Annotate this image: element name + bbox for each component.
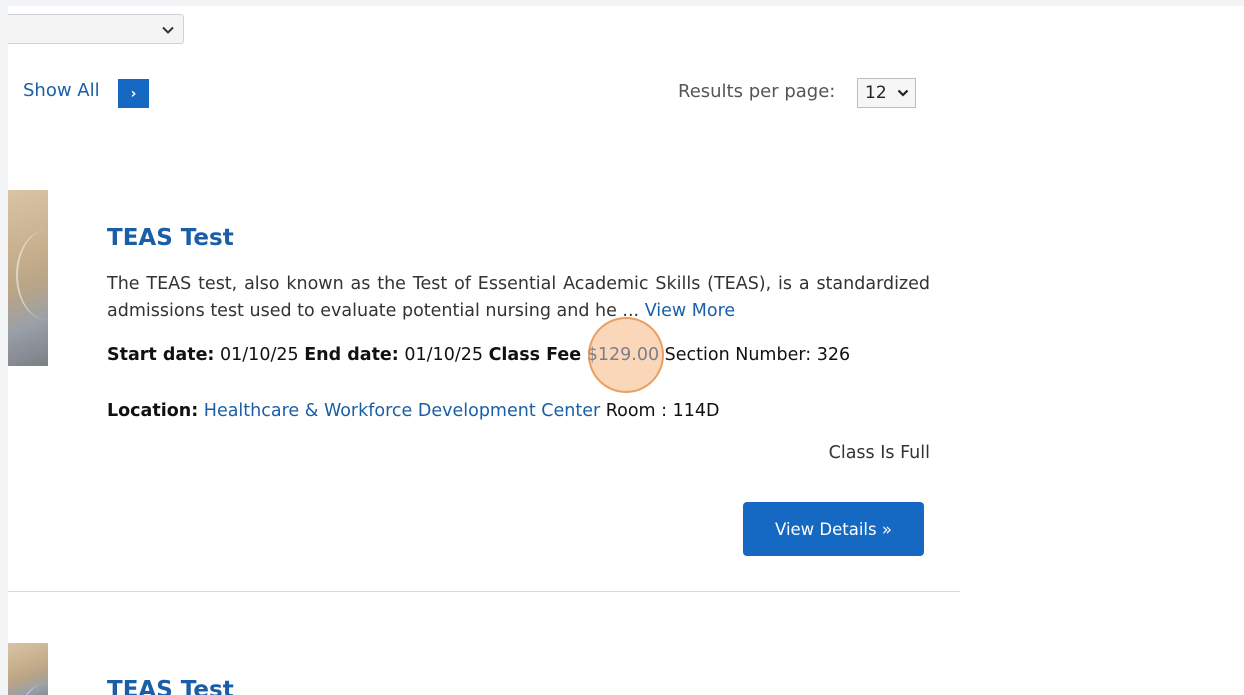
show-all-link[interactable]: Show All <box>23 80 100 101</box>
course-divider <box>8 591 960 592</box>
results-per-page-select[interactable]: 12 <box>857 78 916 108</box>
class-fee: $129.00 <box>586 345 660 365</box>
course-location: Location: Healthcare & Workforce Develop… <box>107 401 720 421</box>
end-date: 01/10/25 <box>404 345 483 365</box>
section-number-label: Section Number: <box>664 345 812 365</box>
show-all-button[interactable]: › <box>118 79 149 108</box>
room-label: Room : <box>605 401 668 421</box>
room-number: 114D <box>672 401 720 421</box>
results-per-page-value: 12 <box>865 83 887 103</box>
class-fee-label: Class Fee <box>488 345 582 365</box>
chevron-down-icon <box>162 26 174 34</box>
course-title[interactable]: TEAS Test <box>107 677 234 695</box>
course-listing-page: Show All › Results per page: 12 TEAS Tes… <box>8 6 1244 695</box>
course-dates-fee: Start date: 01/10/25 End date: 01/10/25 … <box>107 345 850 365</box>
start-date: 01/10/25 <box>220 345 299 365</box>
section-number: 326 <box>816 345 851 365</box>
start-date-label: Start date: <box>107 345 215 365</box>
chevron-down-icon <box>897 89 909 97</box>
location-label: Location: <box>107 401 199 421</box>
chevron-right-icon: › <box>130 85 137 102</box>
filter-select[interactable] <box>8 14 184 44</box>
end-date-label: End date: <box>304 345 399 365</box>
view-more-link[interactable]: View More <box>645 301 735 321</box>
view-details-button[interactable]: View Details » <box>743 502 924 556</box>
course-description: The TEAS test, also known as the Test of… <box>107 271 930 325</box>
location-link[interactable]: Healthcare & Workforce Development Cente… <box>204 401 600 421</box>
course-title[interactable]: TEAS Test <box>107 225 234 251</box>
results-per-page-label: Results per page: <box>678 81 836 102</box>
course-thumbnail[interactable] <box>8 643 48 695</box>
class-status: Class Is Full <box>828 443 930 463</box>
course-thumbnail[interactable] <box>8 190 48 366</box>
course-description-text: The TEAS test, also known as the Test of… <box>107 274 930 321</box>
